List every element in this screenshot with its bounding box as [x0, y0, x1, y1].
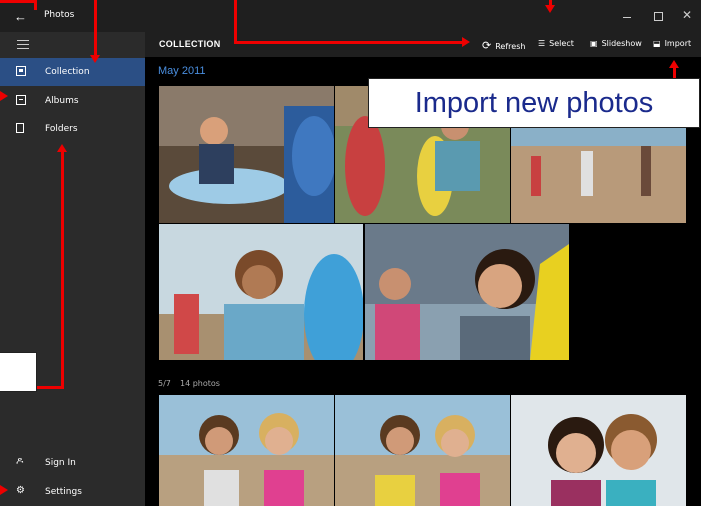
sidebar: Collection Albums Folders ዶ Sign In ⚙ Se… — [0, 32, 145, 506]
refresh-button[interactable]: ⟳ Refresh — [482, 39, 525, 52]
sidebar-item-label: Albums — [45, 96, 79, 106]
sidebar-item-label: Sign In — [45, 458, 76, 468]
annotation-arrow — [0, 485, 8, 495]
app-title: Photos — [44, 10, 75, 20]
annotation-line — [673, 68, 676, 78]
hamburger-menu-icon[interactable] — [17, 40, 29, 52]
photos-window: ← Photos ✕ Collection Albums Folders ዶ S… — [0, 0, 701, 506]
sidebar-item-label: Folders — [45, 124, 78, 134]
albums-icon — [16, 95, 26, 105]
annotation-line — [234, 41, 462, 44]
import-button[interactable]: ⬓ Import — [653, 39, 691, 48]
sidebar-item-settings[interactable]: ⚙ Settings — [0, 478, 145, 506]
gear-icon: ⚙ — [16, 485, 25, 496]
section-title-date[interactable]: May 2011 — [158, 65, 206, 77]
annotation-line — [234, 0, 237, 43]
sidebar-item-albums[interactable]: Albums — [0, 87, 145, 115]
import-icon: ⬓ — [653, 39, 661, 48]
slideshow-label: Slideshow — [601, 39, 642, 48]
photo-two-women-alt — [335, 395, 510, 506]
maximize-icon[interactable] — [654, 12, 663, 21]
photo-man-with-surfboard — [159, 224, 363, 360]
select-label: Select — [549, 39, 574, 48]
folders-callout — [0, 352, 37, 392]
import-label: Import — [664, 39, 692, 48]
photo-thumbnail[interactable] — [511, 395, 686, 506]
annotation-arrow — [57, 144, 67, 152]
photo-surfer-sitting — [159, 86, 334, 223]
select-button[interactable]: ☰ Select — [538, 39, 574, 48]
sidebar-item-sign-in[interactable]: ዶ Sign In — [0, 449, 145, 477]
collection-icon — [16, 66, 26, 76]
annotation-arrow — [545, 5, 555, 13]
sidebar-item-label: Settings — [45, 487, 82, 497]
sidebar-item-label: Collection — [45, 67, 90, 77]
refresh-icon: ⟳ — [482, 39, 492, 52]
annotation-line — [0, 0, 34, 3]
title-bar: ← Photos ✕ — [0, 0, 701, 32]
command-bar: COLLECTION ⟳ Refresh ☰ Select ▣ Slideshow ⬓… — [145, 32, 701, 57]
annotation-arrow — [90, 55, 100, 63]
page-title: COLLECTION — [159, 39, 221, 49]
photo-couple — [511, 395, 686, 506]
annotation-arrow — [462, 37, 470, 47]
photo-woman-smiling — [365, 224, 569, 360]
slideshow-button[interactable]: ▣ Slideshow — [590, 39, 642, 48]
photo-thumbnail[interactable] — [365, 224, 569, 360]
sidebar-item-folders[interactable]: Folders — [0, 115, 145, 143]
minimize-icon[interactable] — [622, 12, 632, 22]
back-arrow-icon[interactable]: ← — [14, 9, 27, 24]
photo-thumbnail[interactable] — [159, 224, 363, 360]
callout-text: Import new photos — [414, 87, 654, 119]
annotation-line — [35, 386, 64, 389]
slideshow-icon: ▣ — [590, 39, 598, 48]
annotation-arrow — [669, 60, 679, 68]
section-photo-count: 14 photos — [180, 379, 220, 388]
refresh-label: Refresh — [495, 42, 526, 51]
section-date[interactable]: 5/7 — [158, 379, 171, 388]
annotation-line — [61, 152, 64, 388]
annotation-line — [94, 0, 97, 55]
sidebar-item-collection[interactable]: Collection — [0, 58, 145, 86]
select-icon: ☰ — [538, 39, 546, 48]
photo-two-women — [159, 395, 334, 506]
close-icon[interactable]: ✕ — [682, 8, 692, 22]
photo-thumbnail[interactable] — [159, 86, 334, 223]
annotation-line — [0, 94, 4, 97]
annotation-line — [34, 0, 37, 10]
folder-icon — [16, 123, 24, 133]
photo-thumbnail[interactable] — [335, 395, 510, 506]
import-callout: Import new photos — [368, 78, 700, 128]
photo-thumbnail[interactable] — [159, 395, 334, 506]
person-icon: ዶ — [16, 456, 24, 467]
